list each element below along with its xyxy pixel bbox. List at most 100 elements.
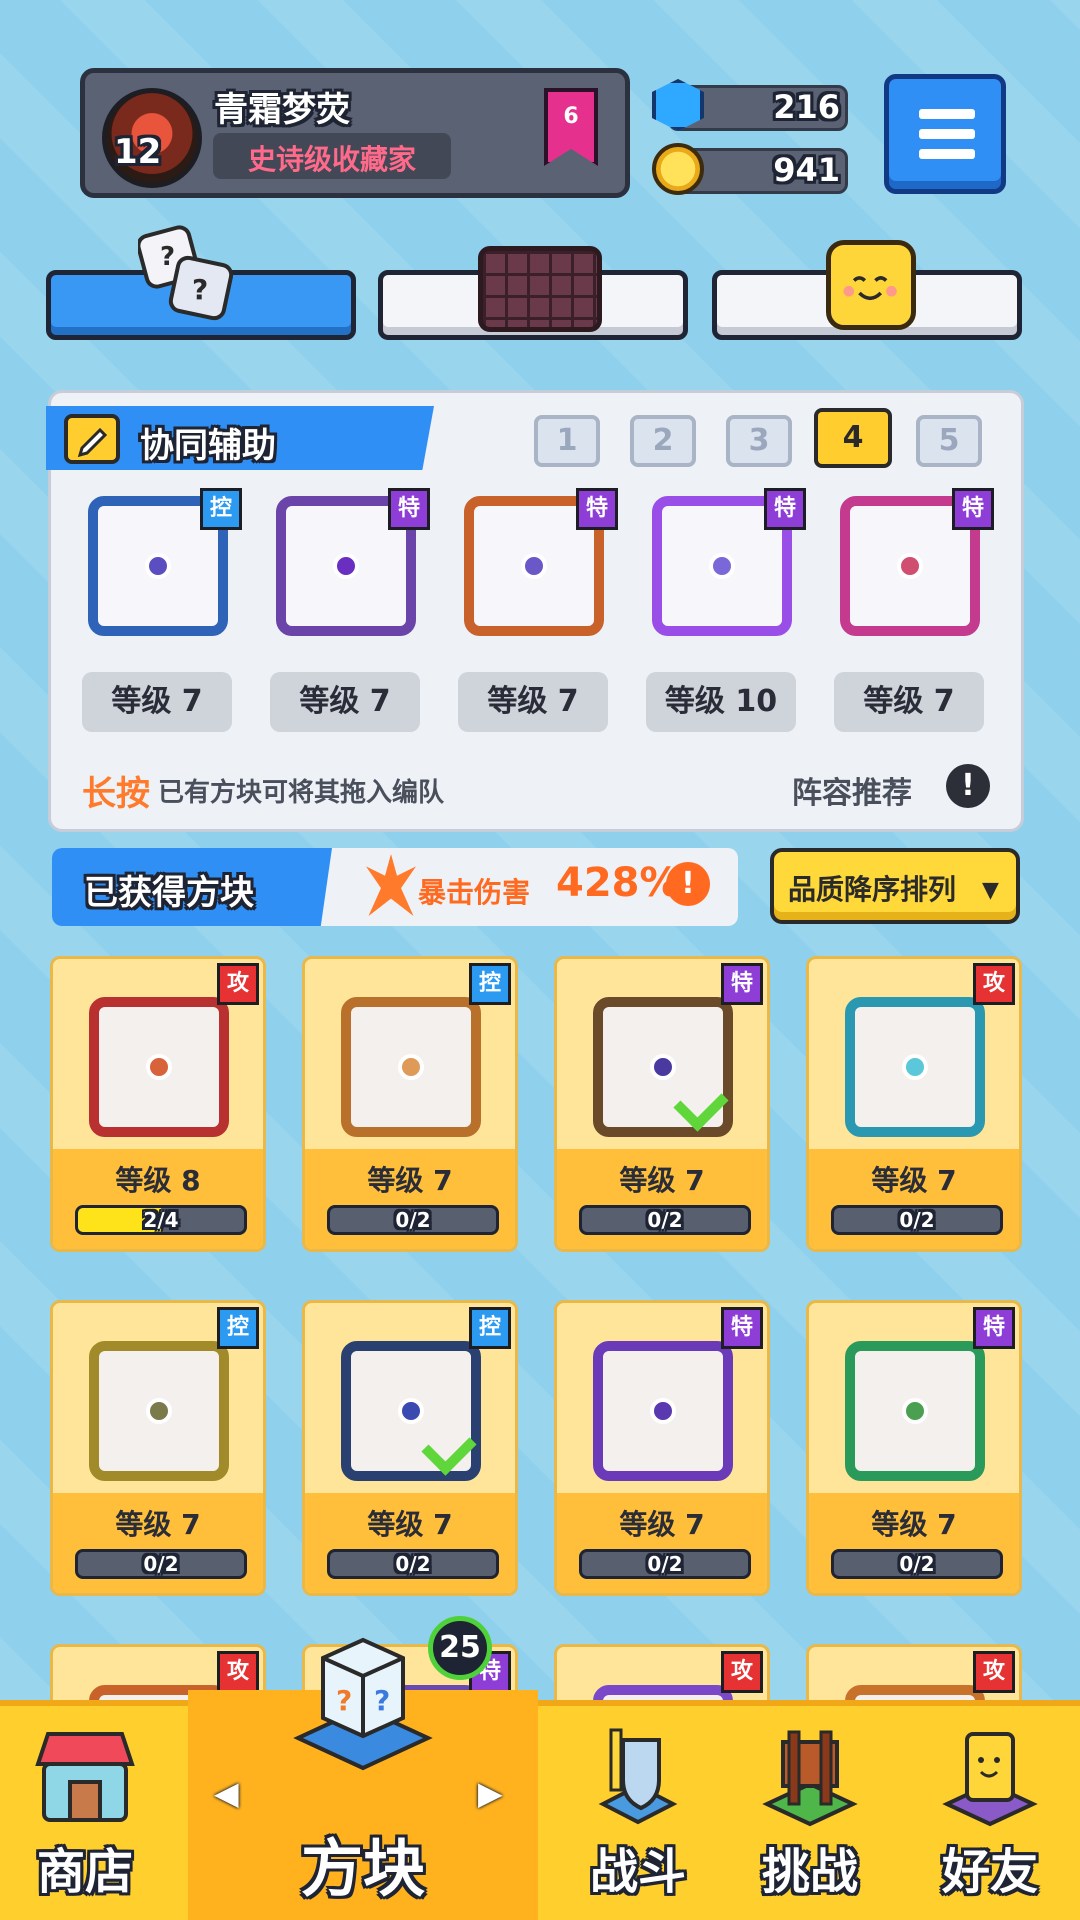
nav-battle-label: 战斗 (589, 1844, 686, 1900)
nav-left-arrow[interactable]: ◀ (214, 1774, 239, 1812)
block-type-tag: 控 (200, 488, 242, 530)
block-type-tag: 控 (469, 963, 511, 1005)
preset-tab-2[interactable]: 2 (630, 415, 696, 467)
board-icon (478, 246, 602, 332)
block-core-icon (398, 1054, 424, 1080)
squad-slot-level: 等级 7 (82, 672, 232, 732)
crit-damage-value: 428% (556, 860, 680, 906)
squad-slot[interactable]: 特 (828, 478, 994, 644)
nav-shop-label: 商店 (36, 1844, 133, 1900)
squad-slot[interactable]: 特 (264, 478, 430, 644)
menu-button[interactable] (884, 74, 1006, 194)
block-type-tag: 特 (576, 488, 618, 530)
nav-challenge[interactable]: 挑战 (720, 1700, 900, 1920)
block-card[interactable]: 特等级 7 0/2 (554, 956, 770, 1252)
info-icon[interactable]: ! (666, 862, 710, 906)
smiley-face-icon (826, 240, 916, 330)
nav-shop[interactable]: 商店 (0, 1700, 170, 1920)
mystery-block-icon: ? ? (293, 1637, 433, 1771)
dice-icon: ? ? (138, 225, 234, 321)
squad-slot[interactable]: 控 (76, 478, 242, 644)
card-level: 等级 8 (115, 1164, 201, 1197)
block-core-icon (650, 1054, 676, 1080)
upgrade-progress-text: 0/2 (647, 1552, 683, 1576)
block-icon (341, 997, 481, 1137)
gem-count: 216 (773, 88, 840, 126)
squad-slot[interactable]: 特 (640, 478, 806, 644)
upgrade-progress-bar: 0/2 (579, 1549, 751, 1579)
block-core-icon (902, 1054, 928, 1080)
block-icon (845, 1341, 985, 1481)
card-level: 等级 7 (367, 1508, 453, 1541)
block-icon (845, 997, 985, 1137)
svg-text:?: ? (160, 242, 175, 272)
hamburger-menu-icon (919, 109, 975, 119)
block-core-icon (650, 1398, 676, 1424)
card-level: 等级 7 (871, 1508, 957, 1541)
block-card[interactable]: 特等级 7 0/2 (806, 1300, 1022, 1596)
card-level: 等级 7 (871, 1164, 957, 1197)
block-core-icon (146, 1054, 172, 1080)
card-level: 等级 7 (367, 1164, 453, 1197)
preset-tab-1[interactable]: 1 (534, 415, 600, 467)
crit-damage-label: 暴击伤害 (418, 876, 531, 909)
friend-block-icon (942, 1732, 1038, 1827)
upgrade-progress-text: 0/2 (395, 1208, 431, 1232)
sort-label: 品质降序排列 (788, 873, 957, 906)
block-type-tag: 攻 (973, 1651, 1015, 1693)
nav-challenge-label: 挑战 (761, 1844, 858, 1900)
block-card[interactable]: 控等级 7 0/2 (302, 1300, 518, 1596)
block-type-tag: 攻 (217, 1651, 259, 1693)
block-icon (89, 1341, 229, 1481)
hint-text: 已有方块可将其拖入编队 (158, 778, 445, 808)
squad-title: 协同辅助 (140, 426, 276, 466)
upgrade-progress-bar: 2/4 (75, 1205, 247, 1235)
block-type-tag: 攻 (721, 1651, 763, 1693)
block-core-icon (902, 1398, 928, 1424)
signboard-icon (762, 1730, 858, 1827)
block-core-icon (709, 553, 735, 579)
block-type-tag: 特 (973, 1307, 1015, 1349)
card-level: 等级 7 (115, 1508, 201, 1541)
player-title: 史诗级收藏家 (247, 143, 416, 176)
block-card[interactable]: 攻等级 7 0/2 (806, 956, 1022, 1252)
block-type-tag: 特 (721, 963, 763, 1005)
block-core-icon (145, 553, 171, 579)
block-type-tag: 攻 (973, 963, 1015, 1005)
upgrade-progress-bar: 0/2 (579, 1205, 751, 1235)
block-type-tag: 控 (217, 1307, 259, 1349)
nav-battle[interactable]: 战斗 (548, 1700, 728, 1920)
preset-tab-4[interactable]: 4 (814, 408, 892, 468)
upgrade-progress-text: 0/2 (899, 1552, 935, 1576)
rank-number: 6 (563, 104, 579, 129)
squad-slot[interactable]: 特 (452, 478, 618, 644)
nav-friends[interactable]: 好友 (900, 1700, 1080, 1920)
block-card[interactable]: 攻等级 8 2/4 (50, 956, 266, 1252)
upgrade-progress-bar: 0/2 (831, 1205, 1003, 1235)
block-core-icon (398, 1398, 424, 1424)
card-level: 等级 7 (619, 1164, 705, 1197)
block-core-icon (897, 553, 923, 579)
squad-slot-level: 等级 7 (834, 672, 984, 732)
obtained-title: 已获得方块 (84, 873, 254, 913)
upgrade-progress-bar: 0/2 (327, 1549, 499, 1579)
block-type-tag: 攻 (217, 963, 259, 1005)
sword-shield-icon (598, 1728, 678, 1825)
card-level: 等级 7 (619, 1508, 705, 1541)
info-icon[interactable]: ! (946, 764, 990, 808)
preset-tab-5[interactable]: 5 (916, 415, 982, 467)
upgrade-progress-text: 0/2 (143, 1552, 179, 1576)
pencil-icon[interactable] (64, 414, 120, 464)
block-core-icon (146, 1398, 172, 1424)
preset-tab-3[interactable]: 3 (726, 415, 792, 467)
upgrade-progress-text: 2/4 (143, 1208, 179, 1232)
upgrade-progress-text: 0/2 (899, 1208, 935, 1232)
lineup-recommend-label[interactable]: 阵容推荐 (792, 768, 912, 812)
nav-right-arrow[interactable]: ▶ (478, 1774, 503, 1812)
block-card[interactable]: 控等级 7 0/2 (302, 956, 518, 1252)
hamburger-menu-icon (919, 149, 975, 159)
upgrade-progress-text: 0/2 (395, 1552, 431, 1576)
block-card[interactable]: 特等级 7 0/2 (554, 1300, 770, 1596)
block-icon (89, 997, 229, 1137)
block-card[interactable]: 控等级 7 0/2 (50, 1300, 266, 1596)
